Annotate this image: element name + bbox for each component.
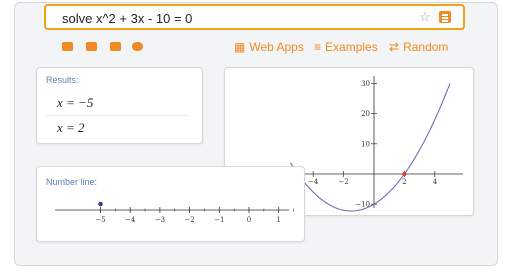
random-link[interactable]: ⇄ Random — [389, 40, 448, 54]
number-line-tick-label: 0 — [247, 216, 251, 224]
plot-y-tick-label: 30 — [361, 80, 370, 88]
plot-x-tick-label: 2 — [402, 178, 406, 186]
search-box[interactable]: ☆ — [44, 4, 465, 30]
results-title: Results: — [46, 75, 79, 85]
number-line-tick-label: −1 — [214, 216, 224, 224]
number-line-tick-label: −5 — [95, 216, 105, 224]
plot-x-tick-label: −4 — [308, 178, 319, 186]
star-icon[interactable]: ☆ — [419, 9, 431, 25]
table-icon[interactable] — [110, 42, 121, 51]
parabola-curve — [289, 83, 451, 212]
number-line-tick-label: −2 — [184, 216, 194, 224]
results-pod: Results: x = −5 x = 2 — [36, 67, 203, 144]
keyboard-icon[interactable] — [62, 42, 73, 51]
plot-x-tick-label: 4 — [433, 178, 438, 186]
web-apps-link[interactable]: ▦ Web Apps — [234, 40, 304, 54]
shuffle-icon: ⇄ — [389, 40, 400, 54]
number-line-tick-label: 1 — [276, 216, 280, 224]
number-line-pod: Number line: −5−4−3−2−1012 — [36, 166, 305, 242]
number-line-tick-label: −3 — [155, 216, 165, 224]
number-line: −5−4−3−2−1012 — [55, 201, 294, 224]
wolfram-submit-icon[interactable] — [439, 11, 451, 23]
number-line-point — [98, 201, 103, 207]
upload-icon[interactable] — [132, 42, 143, 51]
number-line-tick-label: −4 — [125, 216, 136, 224]
plot-x-tick-label: −2 — [338, 178, 348, 186]
menu-icon: ≡ — [314, 40, 322, 54]
camera-icon[interactable] — [86, 42, 97, 51]
grid-icon: ▦ — [234, 40, 246, 54]
examples-link[interactable]: ≡ Examples — [314, 40, 378, 54]
root-marker — [402, 172, 407, 176]
search-input[interactable] — [62, 10, 402, 26]
plot-y-tick-label: 10 — [361, 140, 370, 148]
result-divider — [46, 115, 188, 116]
result-1: x = −5 — [57, 95, 94, 110]
plot-y-tick-label: 20 — [361, 110, 370, 118]
result-2: x = 2 — [57, 120, 85, 135]
